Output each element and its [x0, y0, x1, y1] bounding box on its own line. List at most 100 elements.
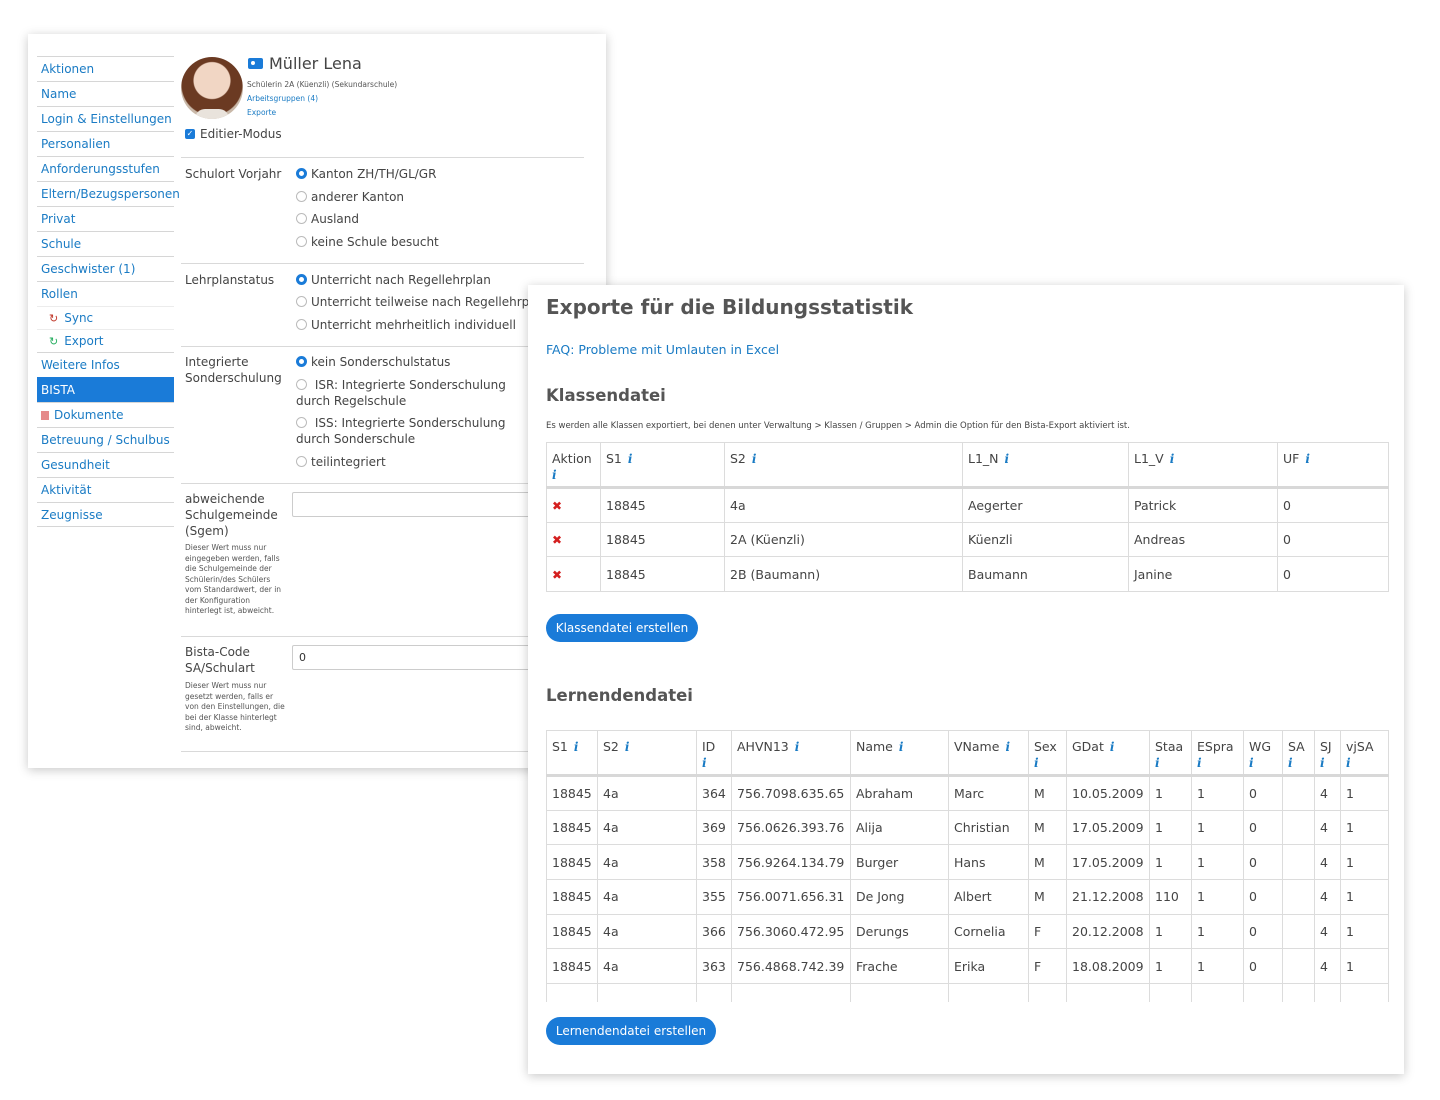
info-icon[interactable]: i — [1110, 740, 1115, 754]
delete-icon[interactable]: ✖ — [552, 533, 562, 547]
sidebar-item-personalien[interactable]: Personalien — [37, 131, 174, 156]
sidebar-item-bista[interactable]: BISTA — [37, 377, 174, 402]
info-icon[interactable]: i — [702, 756, 726, 770]
radio-sonder-isr[interactable]: ISR: Integrierte Sonderschulung durch Re… — [296, 377, 541, 409]
table-cell: 4 — [1314, 913, 1341, 950]
sidebar-item-dokumente[interactable]: Dokumente — [37, 402, 174, 427]
info-icon[interactable]: i — [1249, 756, 1277, 770]
info-icon[interactable]: i — [1288, 756, 1309, 770]
lernendendatei-scroll-area[interactable]: S1 i S2 i ID i AHVN13 i Name i VName i Sex i GD… — [546, 730, 1389, 1002]
table-cell: Frache — [850, 948, 949, 985]
sidebar-item-aktionen[interactable]: Aktionen — [37, 56, 174, 81]
radio-schulort-anderer[interactable]: anderer Kanton — [296, 189, 404, 205]
edit-mode-toggle[interactable]: ✓ Editier-Modus — [185, 127, 282, 141]
radio-schulort-ausland[interactable]: Ausland — [296, 211, 359, 227]
column-header: Staa i — [1149, 730, 1192, 777]
info-icon[interactable]: i — [552, 468, 595, 482]
sidebar-item-privat[interactable]: Privat — [37, 206, 174, 231]
klassendatei-create-button[interactable]: Klassendatei erstellen — [546, 614, 698, 642]
table-cell: 0 — [1243, 844, 1283, 881]
lernendendatei-create-button[interactable]: Lernendendatei erstellen — [546, 1017, 716, 1045]
workgroups-link[interactable]: Arbeitsgruppen (4) — [247, 94, 318, 103]
info-icon[interactable]: i — [795, 740, 800, 754]
table-cell: 1 — [1340, 775, 1389, 811]
radio-lehrplan-individuell[interactable]: Unterricht mehrheitlich individuell — [296, 317, 516, 333]
table-cell: 18845 — [600, 556, 725, 593]
column-header: VName i — [948, 730, 1029, 777]
info-icon[interactable]: i — [899, 740, 904, 754]
table-cell: ✖ — [546, 521, 601, 558]
table-header-row: Aktion i S1 i S2 i L1_N i L1_V i UF i — [546, 442, 1389, 489]
lernendendatei-heading: Lernendendatei — [546, 686, 693, 705]
sidebar-item-weitere-infos[interactable]: Weitere Infos — [37, 352, 174, 377]
table-cell: 18845 — [600, 521, 725, 558]
radio-sonder-teil[interactable]: teilintegriert — [296, 454, 386, 470]
info-icon[interactable]: i — [625, 740, 630, 754]
info-icon[interactable]: i — [1320, 756, 1335, 770]
table-cell: Marc — [948, 775, 1029, 811]
radio-schulort-keine[interactable]: keine Schule besucht — [296, 234, 439, 250]
table-cell: 0 — [1243, 913, 1283, 950]
sidebar-item-schule[interactable]: Schule — [37, 231, 174, 256]
field-label-sgem: abweichende Schulgemeinde (Sgem) — [185, 492, 278, 538]
sidebar-item-sync[interactable]: ↻ Sync — [37, 306, 174, 329]
sidebar-item-name[interactable]: Name — [37, 81, 174, 106]
info-icon[interactable]: i — [1005, 740, 1010, 754]
info-icon[interactable]: i — [1346, 756, 1383, 770]
sidebar-item-aktivitaet[interactable]: Aktivität — [37, 477, 174, 502]
info-icon[interactable]: i — [1170, 452, 1175, 466]
table-cell: 756.9264.134.79 — [731, 844, 851, 881]
field-hint-bista-code: Dieser Wert muss nur gesetzt werden, fal… — [185, 681, 285, 732]
table-cell: 756.0071.656.31 — [731, 879, 851, 915]
sidebar-item-login[interactable]: Login & Einstellungen — [37, 106, 174, 131]
table-cell — [731, 983, 851, 1002]
page-title: Exporte für die Bildungsstatistik — [546, 295, 914, 319]
table-cell: 4 — [1314, 879, 1341, 915]
field-label-sonder: Integrierte Sonderschulung — [185, 355, 282, 385]
sidebar-item-label: Betreuung / Schulbus — [41, 433, 170, 447]
table-cell: 2B (Baumann) — [724, 556, 963, 593]
info-icon[interactable]: i — [1197, 756, 1238, 770]
radio-schulort-kanton[interactable]: Kanton ZH/TH/GL/GR — [296, 166, 436, 182]
table-cell: 1 — [1191, 844, 1244, 881]
divider — [181, 636, 584, 637]
table-cell: Küenzli — [962, 521, 1129, 558]
table-cell: M — [1028, 775, 1067, 811]
table-cell — [1282, 948, 1315, 985]
column-header: UF i — [1277, 442, 1389, 489]
info-icon[interactable]: i — [752, 452, 757, 466]
radio-empty-icon — [296, 236, 307, 247]
sidebar-item-rollen[interactable]: Rollen — [37, 281, 174, 306]
table-cell: 0 — [1277, 487, 1389, 523]
sidebar-item-eltern[interactable]: Eltern/Bezugspersonen — [37, 181, 180, 206]
sidebar-item-geschwister[interactable]: Geschwister (1) — [37, 256, 174, 281]
table-cell — [1282, 913, 1315, 950]
sidebar-item-betreuung[interactable]: Betreuung / Schulbus — [37, 427, 174, 452]
exports-link[interactable]: Exporte — [247, 108, 276, 117]
radio-lehrplan-teilweise[interactable]: Unterricht teilweise nach Regellehrplan — [296, 294, 548, 310]
table-cell: 756.4868.742.39 — [731, 948, 851, 985]
faq-link[interactable]: FAQ: Probleme mit Umlauten in Excel — [546, 342, 779, 357]
sidebar-item-zeugnisse[interactable]: Zeugnisse — [37, 502, 174, 527]
field-label-schulort: Schulort Vorjahr — [185, 167, 282, 181]
info-icon[interactable]: i — [628, 452, 633, 466]
info-icon[interactable]: i — [1305, 452, 1310, 466]
info-icon[interactable]: i — [1155, 756, 1186, 770]
sidebar-item-gesundheit[interactable]: Gesundheit — [37, 452, 174, 477]
table-cell: 1 — [1191, 809, 1244, 846]
sidebar-item-anforderungsstufen[interactable]: Anforderungsstufen — [37, 156, 174, 181]
radio-lehrplan-regel[interactable]: Unterricht nach Regellehrplan — [296, 272, 491, 288]
radio-empty-icon — [296, 379, 307, 390]
delete-icon[interactable]: ✖ — [552, 568, 562, 582]
lernendendatei-table: S1 i S2 i ID i AHVN13 i Name i VName i Sex i GD… — [546, 730, 1389, 1002]
table-cell — [1282, 844, 1315, 881]
info-icon[interactable]: i — [1034, 756, 1061, 770]
sidebar-item-export[interactable]: ↻ Export — [37, 329, 174, 352]
table-cell: Baumann — [962, 556, 1129, 593]
info-icon[interactable]: i — [1005, 452, 1010, 466]
lernendendatei-table-body: 18845 4a 364 756.7098.635.65 Abraham Marc M 10.… — [546, 775, 1389, 1002]
radio-sonder-kein[interactable]: kein Sonderschulstatus — [296, 354, 450, 370]
info-icon[interactable]: i — [574, 740, 579, 754]
radio-sonder-iss[interactable]: ISS: Integrierte Sonderschulung durch So… — [296, 415, 541, 447]
delete-icon[interactable]: ✖ — [552, 499, 562, 513]
